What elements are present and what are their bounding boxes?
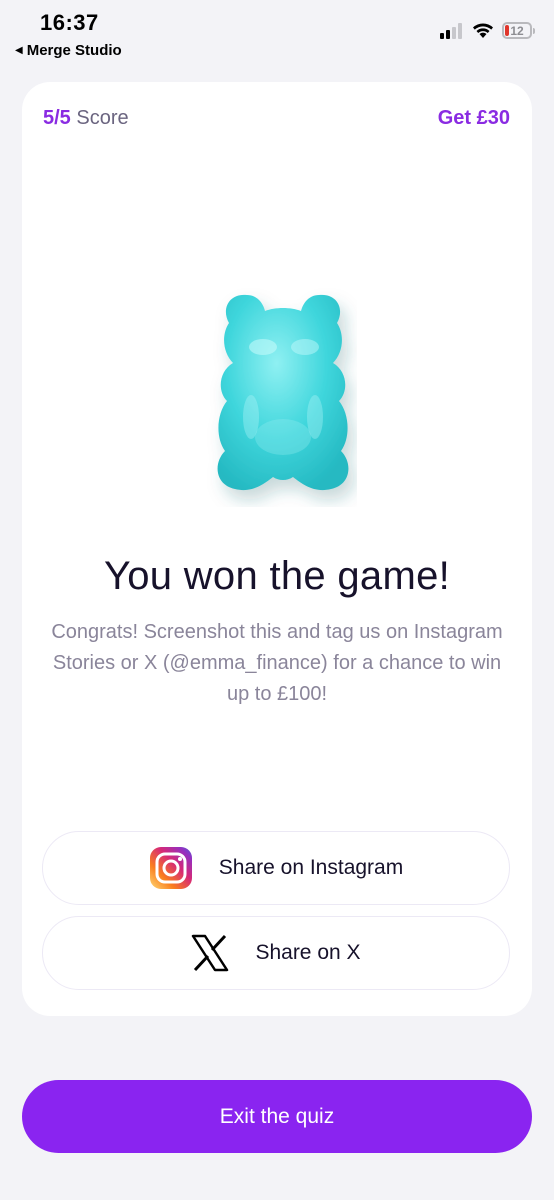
share-x-label: Share on X xyxy=(255,941,361,964)
share-instagram-button[interactable]: Share on Instagram xyxy=(42,831,510,905)
score-label: Score xyxy=(76,107,129,129)
instagram-icon xyxy=(149,846,193,890)
back-to-app-link[interactable]: ◀ Merge Studio xyxy=(15,42,122,59)
share-instagram-label: Share on Instagram xyxy=(218,856,404,879)
result-title: You won the game! xyxy=(103,554,451,598)
result-description: Congrats! Screenshot this and tag us on … xyxy=(51,621,503,705)
back-triangle-icon: ◀ xyxy=(15,45,23,56)
score-value: 5/5 xyxy=(43,107,71,129)
score-display: 5/5 Score xyxy=(43,107,129,130)
status-bar: 16:37 ◀ Merge Studio 12 xyxy=(0,0,554,70)
back-app-label: Merge Studio xyxy=(26,42,122,59)
share-x-button[interactable]: Share on X xyxy=(42,916,510,990)
battery-icon: 12 xyxy=(502,22,535,39)
status-icons: 12 xyxy=(440,22,535,39)
wifi-icon xyxy=(473,23,493,38)
get-reward-link[interactable]: Get £30 xyxy=(438,107,510,130)
cellular-signal-icon xyxy=(440,22,462,39)
status-time: 16:37 xyxy=(40,10,99,35)
battery-level: 12 xyxy=(510,23,524,38)
exit-quiz-button[interactable]: Exit the quiz xyxy=(22,1080,532,1153)
x-logo-icon xyxy=(191,934,229,972)
result-card: 5/5 Score Get £30 You won the game! Cong… xyxy=(22,82,532,1016)
gummy-bear-image xyxy=(207,287,357,507)
